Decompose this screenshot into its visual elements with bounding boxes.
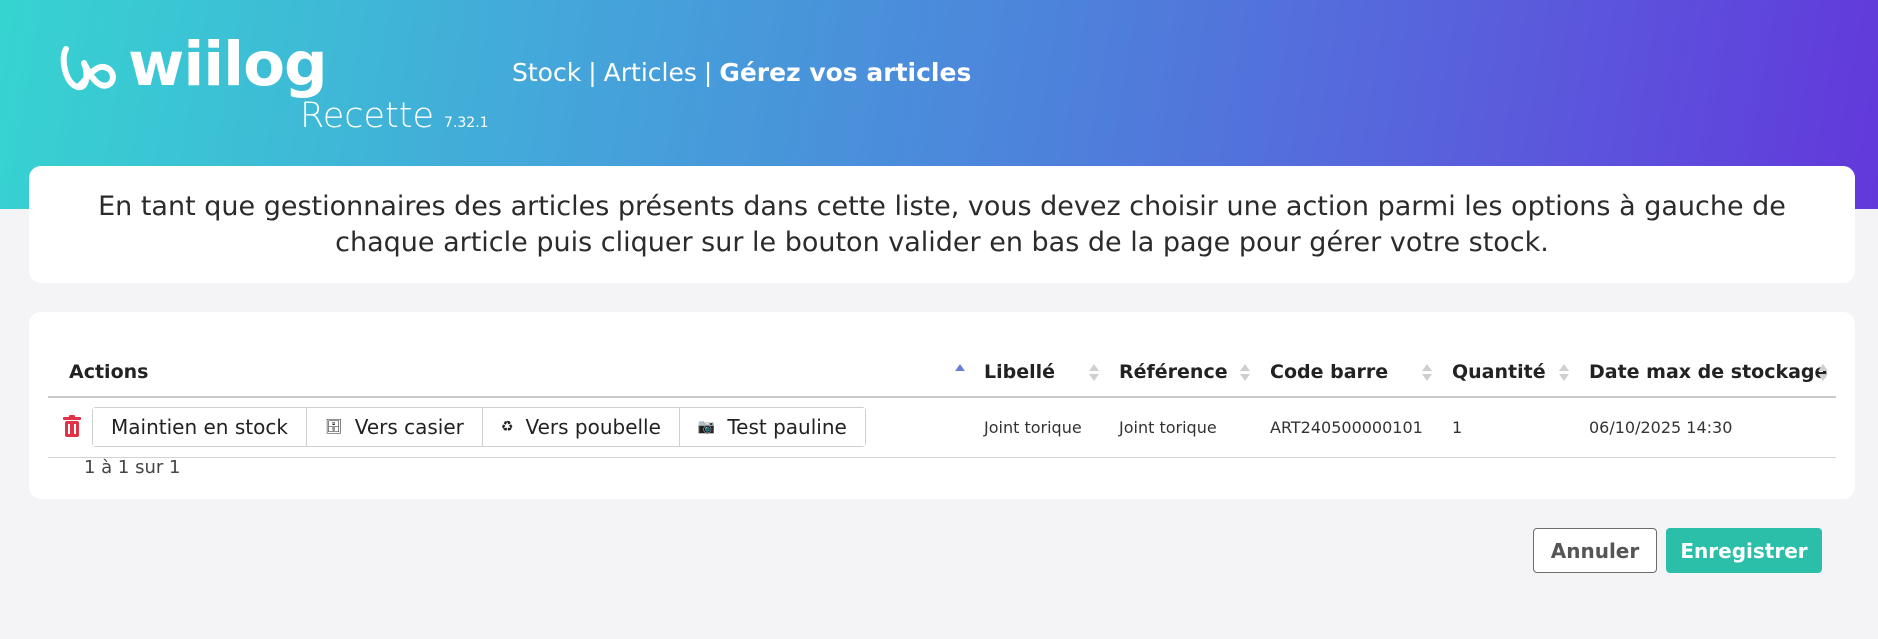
- row-action-group: Maintien en stock 🗄 Vers casier ♻ Vers p…: [92, 407, 866, 447]
- sort-icon[interactable]: [1559, 364, 1569, 384]
- column-header-code-barre[interactable]: Code barre: [1270, 348, 1388, 396]
- column-header-reference[interactable]: Référence: [1119, 348, 1228, 396]
- logo-text: wiilog: [128, 29, 328, 100]
- cell-libelle: Joint torique: [984, 418, 1082, 437]
- column-label: Date max de stockage: [1589, 361, 1828, 383]
- button-label: Maintien en stock: [111, 415, 288, 439]
- column-header-quantite[interactable]: Quantité: [1452, 348, 1546, 396]
- breadcrumb-articles[interactable]: Articles: [604, 58, 697, 87]
- pagination-info: 1 à 1 sur 1: [84, 457, 181, 478]
- cancel-button[interactable]: Annuler: [1533, 528, 1657, 573]
- column-header-libelle[interactable]: Libellé: [984, 348, 1055, 396]
- sort-icon[interactable]: [1422, 364, 1432, 384]
- button-label: Test pauline: [727, 415, 847, 439]
- camera-icon: 📷: [697, 419, 716, 435]
- info-message: En tant que gestionnaires des articles p…: [98, 190, 1786, 258]
- column-label: Référence: [1119, 361, 1228, 383]
- test-pauline-button[interactable]: 📷 Test pauline: [679, 408, 865, 446]
- wiilog-logo-icon: [60, 45, 116, 90]
- app-version: 7.32.1: [444, 115, 489, 131]
- cell-date-max: 06/10/2025 14:30: [1589, 418, 1733, 437]
- sort-icon[interactable]: [1089, 364, 1099, 384]
- breadcrumb: Stock | Articles | Gérez vos articles: [512, 58, 971, 87]
- cell-quantite: 1: [1452, 418, 1463, 437]
- column-label: Libellé: [984, 361, 1056, 383]
- column-label: Actions: [69, 361, 149, 383]
- button-label: Vers poubelle: [525, 415, 661, 439]
- column-header-date-max[interactable]: Date max de stockage: [1589, 348, 1827, 396]
- breadcrumb-stock[interactable]: Stock: [512, 58, 581, 87]
- wiilog-logo[interactable]: wiilog: [58, 34, 328, 99]
- cell-code-barre: ART240500000101: [1270, 418, 1423, 437]
- button-label: Vers casier: [354, 415, 464, 439]
- info-card: En tant que gestionnaires des articles p…: [29, 166, 1855, 283]
- locker-icon: 🗄: [324, 419, 343, 435]
- vers-poubelle-button[interactable]: ♻ Vers poubelle: [482, 408, 680, 446]
- save-button[interactable]: Enregistrer: [1666, 528, 1822, 573]
- breadcrumb-current: Gérez vos articles: [719, 58, 972, 87]
- environment-label: Recette 7.32.1: [300, 96, 489, 136]
- column-label: Code barre: [1270, 361, 1389, 383]
- trash-icon[interactable]: [62, 415, 82, 437]
- sort-icon[interactable]: [1818, 364, 1828, 384]
- column-label: Quantité: [1452, 361, 1546, 383]
- articles-table: Actions Libellé Référence Code barre Qua…: [29, 312, 1855, 499]
- table-header: Actions Libellé Référence Code barre Qua…: [48, 348, 1836, 398]
- sort-asc-icon[interactable]: [955, 364, 965, 384]
- cell-reference: Joint torique: [1119, 418, 1217, 437]
- maintien-en-stock-button[interactable]: Maintien en stock: [93, 408, 307, 446]
- trash-bin-icon: ♻: [500, 419, 514, 435]
- vers-casier-button[interactable]: 🗄 Vers casier: [306, 408, 483, 446]
- breadcrumb-separator: |: [588, 58, 597, 87]
- environment-name: Recette: [300, 96, 435, 136]
- sort-icon[interactable]: [1240, 364, 1250, 384]
- column-header-actions[interactable]: Actions: [69, 348, 148, 396]
- table-row: Maintien en stock 🗄 Vers casier ♻ Vers p…: [48, 398, 1836, 458]
- breadcrumb-separator: |: [703, 58, 713, 87]
